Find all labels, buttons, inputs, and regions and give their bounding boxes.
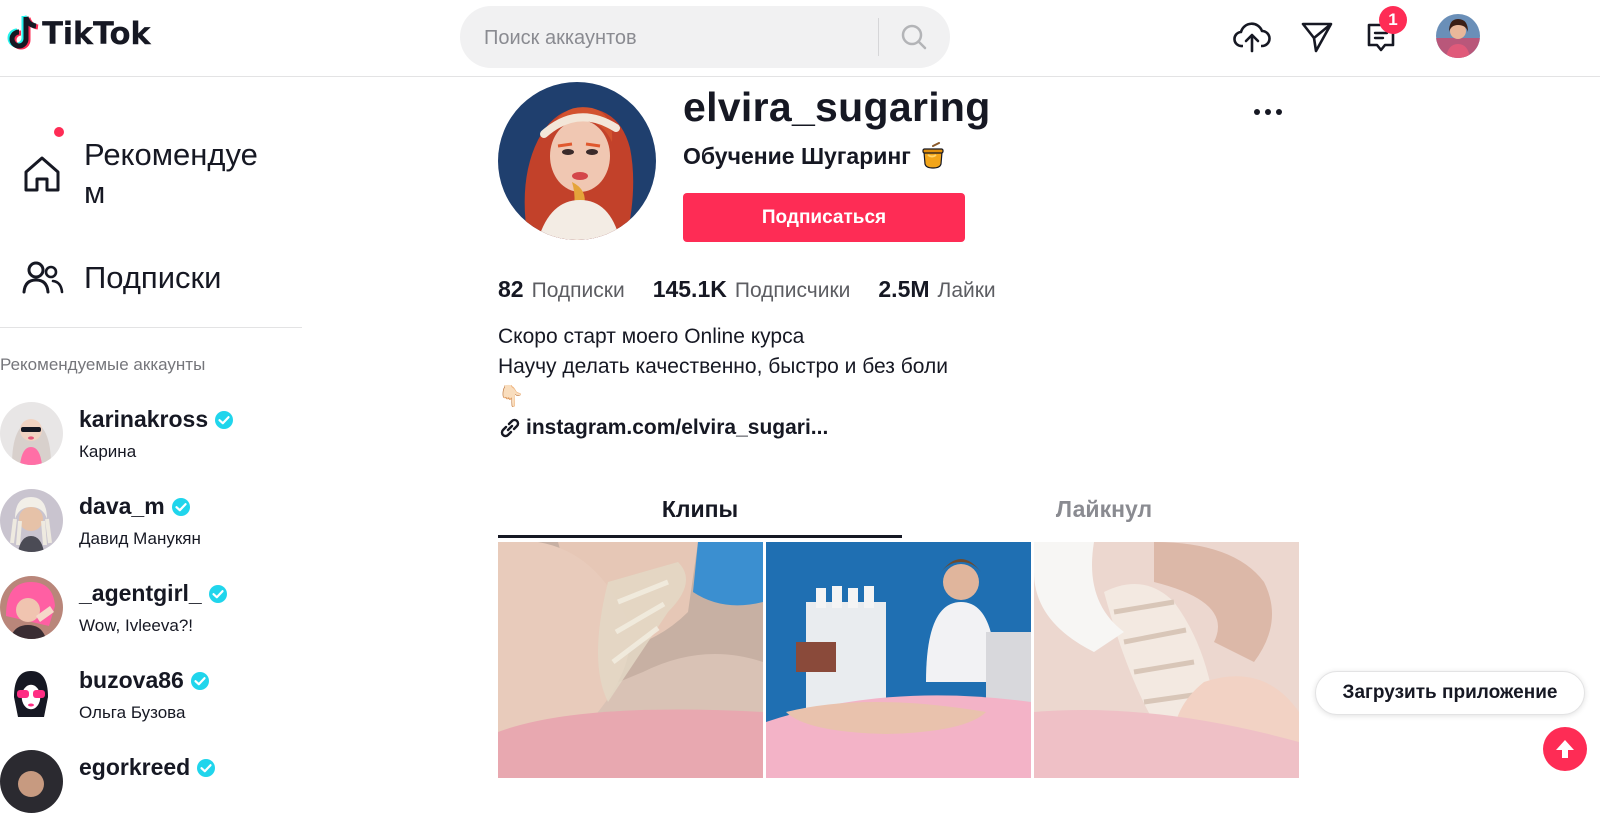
sidebar-divider [0,327,302,328]
suggested-account[interactable]: buzova86 Ольга Бузова [0,663,302,733]
verified-icon [190,671,209,690]
account-username: dava_m [79,493,190,520]
suggested-account[interactable]: _agentgirl_ Wow, Ivleeva?! [0,576,302,646]
account-display-name: Давид Манукян [79,529,201,548]
profile-bio: Скоро старт моего Online курса Научу дел… [498,322,948,412]
search-bar [460,6,950,70]
home-icon [24,156,60,192]
avatar [0,663,63,726]
video-thumbnail[interactable] [498,542,763,778]
verified-icon [215,410,234,429]
suggested-account[interactable]: karinakross Карина [0,402,302,472]
get-app-button[interactable]: Загрузить приложение [1315,671,1585,715]
search-button[interactable] [892,19,936,55]
account-display-name: Карина [79,442,137,461]
verified-icon [208,584,227,603]
sidebar-item-label: Рекомендуем [84,137,258,210]
verified-icon [197,758,216,777]
bio-line: Скоро старт моего Online курса [498,325,805,348]
stat-likes: 2.5M Лайки [878,276,996,302]
account-username: karinakross [79,406,234,433]
active-tab-underline [498,535,902,538]
profile-stats: 82 Подписки 145.1K Подписчики 2.5M Лайки [498,276,1024,303]
upload-icon [1233,22,1271,53]
more-options-button[interactable] [1254,102,1290,122]
profile-username: elvira_sugaring [683,84,991,130]
video-thumbnail[interactable] [766,542,1031,778]
profile-display-name: Обучение Шугаринг [683,142,947,170]
more-dot [1265,109,1271,115]
search-divider [878,18,879,56]
honey-pot-icon [922,142,944,169]
suggested-accounts-title: Рекомендуемые аккаунты [0,355,206,374]
send-icon [1301,22,1333,53]
video-thumbnail[interactable] [1034,542,1299,778]
people-icon [22,261,64,294]
tab-videos[interactable]: Клипы [498,480,902,538]
arrow-up-icon [1556,740,1574,758]
link-icon [500,418,520,438]
more-dot [1254,109,1260,115]
user-avatar[interactable] [1436,14,1480,58]
notification-badge: 1 [1379,6,1407,34]
avatar [0,489,63,552]
messages-button[interactable] [1296,16,1338,58]
top-header: TikTok 1 [0,0,1600,77]
logo-text: TikTok [42,16,151,52]
search-icon [901,24,927,50]
tiktok-note-icon [6,14,40,54]
account-display-name: Wow, Ivleeva?! [79,616,194,635]
stat-followers[interactable]: 145.1K Подписчики [653,276,851,303]
sidebar-item-following[interactable]: Подписки [20,256,221,300]
suggested-account[interactable]: dava_m Давид Манукян [0,489,302,559]
sidebar-item-recommended[interactable]: Рекомендуем [20,136,274,212]
profile-avatar[interactable] [498,82,656,240]
follow-button[interactable]: Подписаться [683,193,965,242]
verified-icon [171,497,190,516]
profile-link[interactable]: instagram.com/elvira_sugari... [498,416,828,440]
bio-line: 👇🏻 [498,385,525,408]
sidebar-item-label: Подписки [84,260,222,295]
more-dot [1276,109,1282,115]
stat-following[interactable]: 82 Подписки [498,276,625,303]
account-display-name: Ольга Бузова [79,703,186,722]
account-username: buzova86 [79,667,209,694]
bio-line: Научу делать качественно, быстро и без б… [498,355,948,378]
account-username: egorkreed [79,754,216,781]
search-input[interactable] [482,6,886,70]
new-content-dot [54,127,64,137]
tab-liked[interactable]: Лайкнул [902,480,1306,538]
suggested-account[interactable]: egorkreed [0,750,302,820]
scroll-to-top-button[interactable] [1543,727,1587,771]
avatar [0,750,63,813]
upload-button[interactable] [1231,16,1273,58]
tiktok-logo[interactable]: TikTok [6,14,151,54]
avatar [0,402,63,465]
account-username: _agentgirl_ [79,580,227,607]
avatar [0,576,63,639]
